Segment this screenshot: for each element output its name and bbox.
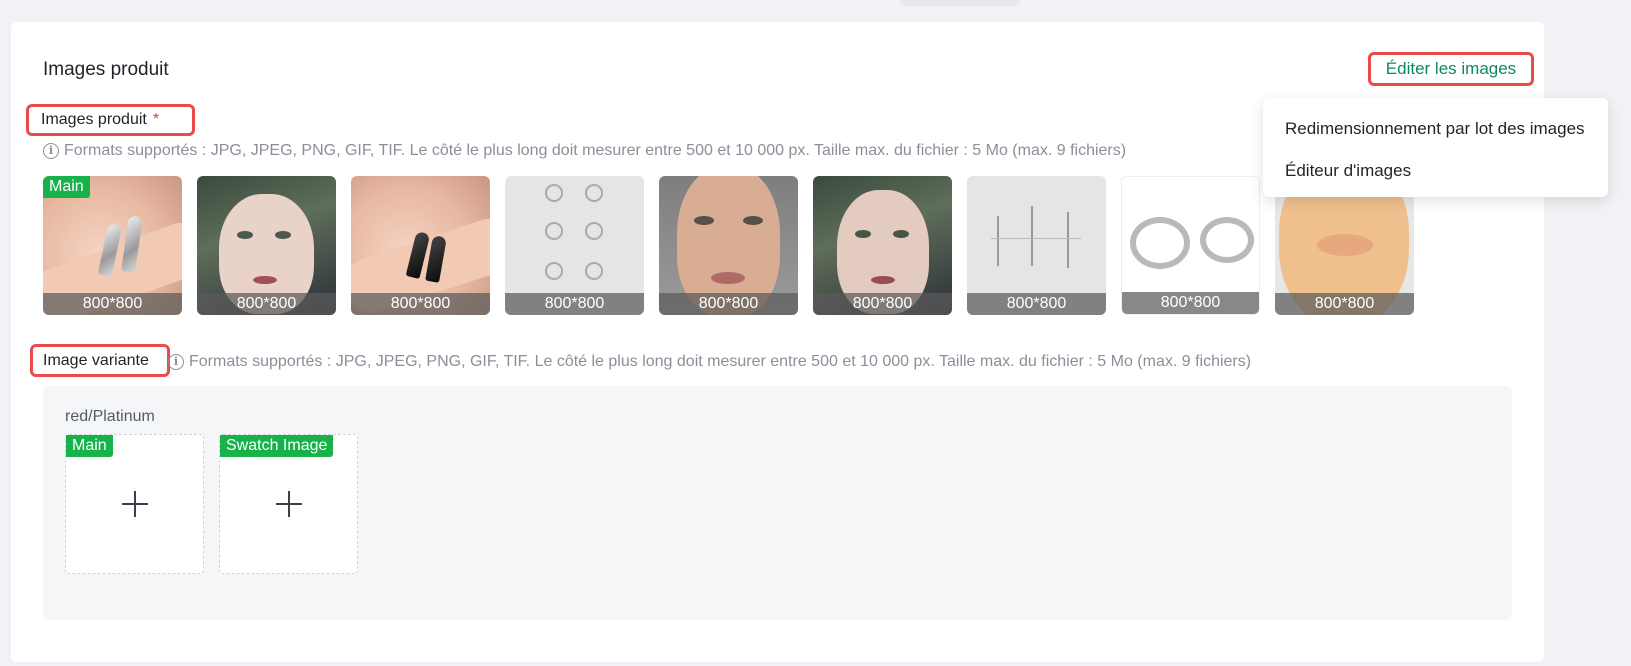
eye-image: [237, 231, 253, 239]
eye-image: [743, 216, 763, 225]
diagram-line: [1067, 212, 1069, 268]
image-dimensions: 800*800: [197, 293, 336, 315]
image-dimensions: 800*800: [1275, 293, 1414, 315]
image-dimensions: 800*800: [43, 293, 182, 315]
variant-image-label: Image variante: [30, 344, 170, 377]
image-dimensions: 800*800: [351, 293, 490, 315]
hoop-image: [545, 222, 563, 240]
lips-image: [253, 276, 277, 284]
hoop-image: [1130, 217, 1190, 269]
image-dimensions: 800*800: [967, 293, 1106, 315]
hoop-image: [585, 222, 603, 240]
scroll-hint: [900, 0, 1020, 6]
upload-swatch-image[interactable]: Swatch Image: [219, 434, 358, 574]
image-dimensions: 800*800: [659, 293, 798, 315]
info-icon: i: [43, 143, 59, 159]
upload-main-image[interactable]: Main: [65, 434, 204, 574]
product-images-hint-text: Formats supportés : JPG, JPEG, PNG, GIF,…: [64, 142, 1127, 159]
product-thumbnail[interactable]: 800*800: [967, 176, 1106, 315]
diagram-line: [1031, 206, 1033, 266]
product-thumbnail[interactable]: 800*800: [659, 176, 798, 315]
eye-image: [893, 230, 909, 238]
hoop-image: [545, 262, 563, 280]
lips-image: [711, 272, 745, 284]
section-title: Images produit: [43, 59, 169, 80]
eye-image: [275, 231, 291, 239]
eye-image: [855, 230, 871, 238]
info-icon: i: [168, 354, 184, 370]
diagram-line: [991, 238, 1081, 239]
hoop-image: [1200, 217, 1254, 263]
product-thumbnail[interactable]: 800*800: [1121, 176, 1260, 315]
product-images-label-text: Images produit: [41, 111, 147, 128]
variant-images-hint: i Formats supportés : JPG, JPEG, PNG, GI…: [168, 353, 1251, 371]
lips-image: [1317, 234, 1373, 256]
diagram-line: [997, 216, 999, 266]
product-thumbnail[interactable]: 800*800: [505, 176, 644, 315]
required-mark: *: [152, 111, 160, 128]
variant-image-label-text: Image variante: [43, 351, 149, 369]
swatch-badge: Swatch Image: [220, 435, 334, 457]
hoop-image: [585, 262, 603, 280]
variant-images-hint-text: Formats supportés : JPG, JPEG, PNG, GIF,…: [189, 353, 1252, 370]
plus-icon: [121, 491, 148, 517]
menu-item-batch-resize[interactable]: Redimensionnement par lot des images: [1263, 108, 1608, 150]
main-badge: Main: [66, 435, 113, 457]
variant-name: red/Platinum: [65, 408, 155, 425]
product-thumbnail[interactable]: 800*800: [351, 176, 490, 315]
hoop-image: [585, 184, 603, 202]
product-images-hint: i Formats supportés : JPG, JPEG, PNG, GI…: [43, 142, 1126, 160]
eye-image: [694, 216, 714, 225]
edit-images-dropdown: Redimensionnement par lot des images Édi…: [1263, 98, 1608, 197]
image-dimensions: 800*800: [813, 293, 952, 315]
menu-item-image-editor[interactable]: Éditeur d'images: [1263, 150, 1608, 192]
hoop-image: [545, 184, 563, 202]
product-thumbnail[interactable]: Main 800*800: [43, 176, 182, 315]
edit-images-button[interactable]: Éditer les images: [1368, 52, 1534, 86]
product-thumbnail-list: Main 800*800 800*800 800*800 800*800 800…: [43, 176, 1414, 315]
image-dimensions: 800*800: [505, 293, 644, 315]
lips-image: [871, 276, 895, 284]
main-badge: Main: [43, 176, 90, 198]
product-thumbnail[interactable]: 800*800: [813, 176, 952, 315]
plus-icon: [275, 491, 302, 517]
product-images-label: Images produit *: [26, 104, 195, 136]
image-dimensions: 800*800: [1122, 292, 1259, 314]
product-thumbnail[interactable]: 800*800: [197, 176, 336, 315]
